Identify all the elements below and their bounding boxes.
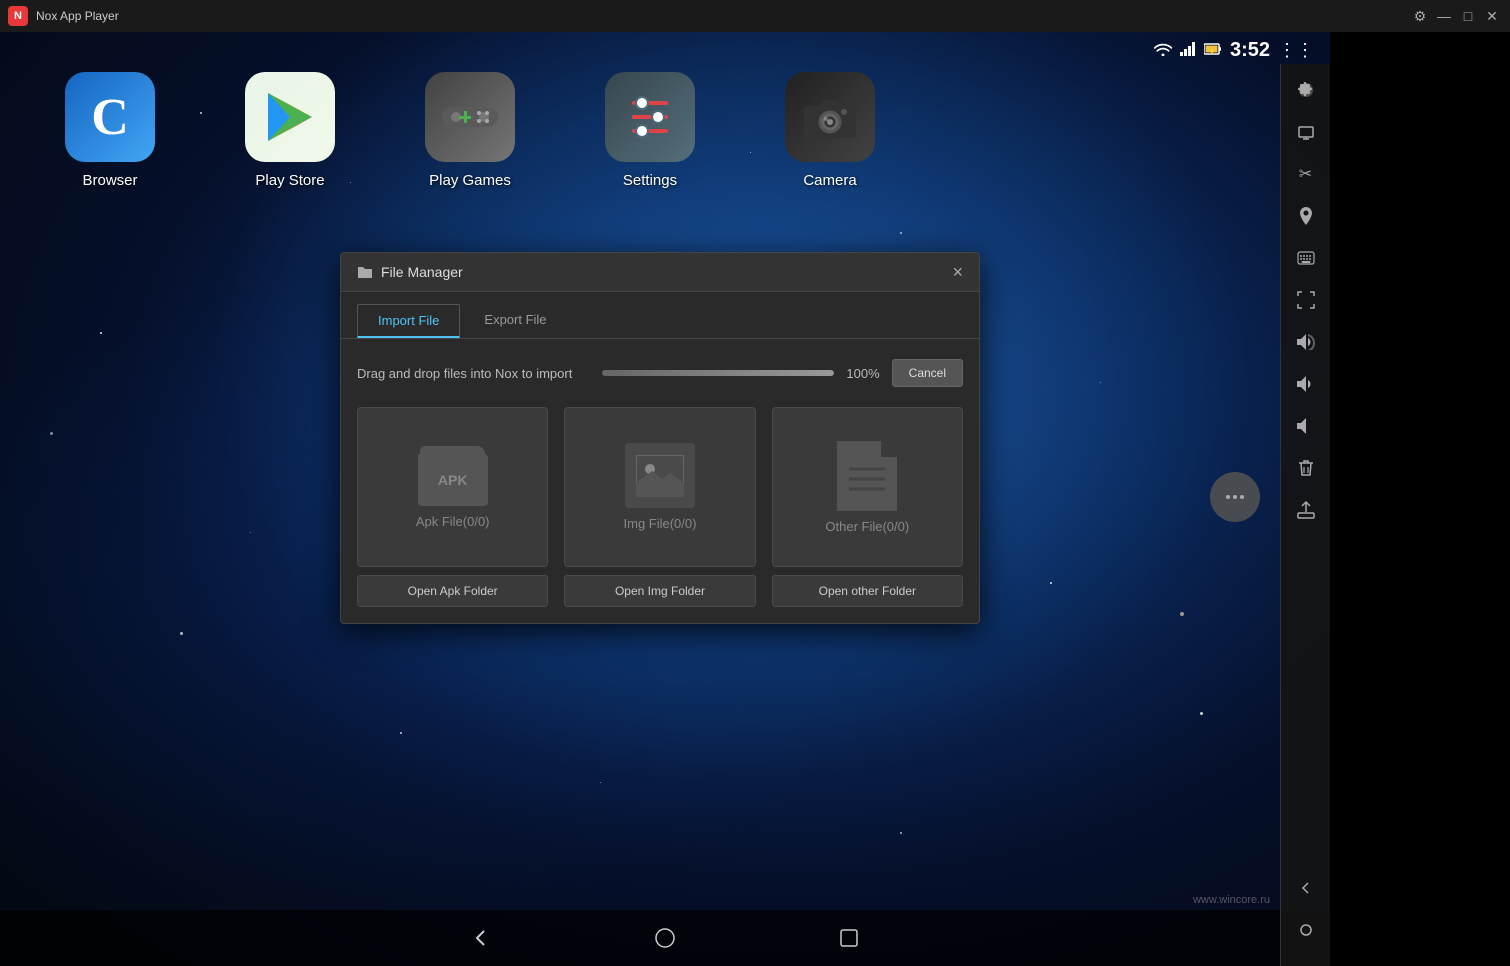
star bbox=[400, 732, 402, 734]
floating-action-button[interactable] bbox=[1210, 472, 1260, 522]
signal-icon bbox=[1180, 42, 1196, 59]
fm-tabs: Import File Export File bbox=[341, 292, 979, 339]
fm-cancel-button[interactable]: Cancel bbox=[892, 359, 963, 387]
fm-close-button[interactable]: × bbox=[952, 263, 963, 281]
fm-other-section: Other File(0/0) Open other Folder bbox=[772, 407, 963, 607]
right-sidebar: ✂ bbox=[1280, 64, 1330, 966]
star bbox=[1180, 612, 1184, 616]
nav-recents-button[interactable] bbox=[837, 926, 861, 950]
star bbox=[600, 782, 601, 783]
star bbox=[1200, 712, 1203, 715]
fm-img-section: Img File(0/0) Open Img Folder bbox=[564, 407, 755, 607]
nav-back-button[interactable] bbox=[469, 926, 493, 950]
fm-img-icon-box: Img File(0/0) bbox=[564, 407, 755, 567]
file-manager-dialog: File Manager × Import File Export File D… bbox=[340, 252, 980, 624]
folder-tab bbox=[420, 446, 485, 454]
playstore-label: Play Store bbox=[255, 172, 324, 189]
sidebar-tv-icon[interactable] bbox=[1288, 114, 1324, 150]
open-img-folder-button[interactable]: Open Img Folder bbox=[564, 575, 755, 607]
settings-icon bbox=[605, 72, 695, 162]
fm-progress-bar-container bbox=[602, 370, 835, 376]
tab-export-file[interactable]: Export File bbox=[464, 304, 566, 338]
status-time: 3:52 bbox=[1230, 39, 1270, 62]
other-file-count: Other File(0/0) bbox=[825, 519, 909, 534]
wifi-icon bbox=[1154, 42, 1172, 59]
fm-title: File Manager bbox=[357, 264, 463, 280]
sidebar-scissors-icon[interactable]: ✂ bbox=[1288, 156, 1324, 192]
open-other-folder-button[interactable]: Open other Folder bbox=[772, 575, 963, 607]
settings-button[interactable]: ⚙ bbox=[1410, 6, 1430, 26]
folder-body: APK bbox=[418, 454, 488, 506]
open-apk-folder-button[interactable]: Open Apk Folder bbox=[357, 575, 548, 607]
sidebar-trash-icon[interactable] bbox=[1288, 450, 1324, 486]
titlebar-left: N Nox App Player bbox=[8, 6, 119, 26]
maximize-button[interactable]: □ bbox=[1458, 6, 1478, 26]
apk-file-count: Apk File(0/0) bbox=[416, 514, 490, 529]
browser-icon: C bbox=[65, 72, 155, 162]
desktop-icon-settings[interactable]: Settings bbox=[600, 72, 700, 189]
fm-apk-section: APK Apk File(0/0) Open Apk Folder bbox=[357, 407, 548, 607]
playgames-icon bbox=[425, 72, 515, 162]
sidebar-home-nav-icon[interactable] bbox=[1288, 912, 1324, 948]
fm-progress-percent: 100% bbox=[846, 366, 879, 381]
titlebar-controls: ⚙ — □ ✕ bbox=[1410, 6, 1502, 26]
desktop-icon-playstore[interactable]: Play Store bbox=[240, 72, 340, 189]
playstore-icon bbox=[245, 72, 335, 162]
fm-drag-drop-text: Drag and drop files into Nox to import bbox=[357, 366, 590, 381]
fm-file-type-grid: APK Apk File(0/0) Open Apk Folder bbox=[341, 397, 979, 623]
sidebar-volume-up-icon[interactable] bbox=[1288, 324, 1324, 360]
camera-icon bbox=[785, 72, 875, 162]
sidebar-keyboard-icon[interactable] bbox=[1288, 240, 1324, 276]
fm-import-area: Drag and drop files into Nox to import 1… bbox=[341, 339, 979, 397]
sidebar-settings-icon[interactable] bbox=[1288, 72, 1324, 108]
minimize-button[interactable]: — bbox=[1434, 6, 1454, 26]
star bbox=[900, 832, 902, 834]
titlebar-title: Nox App Player bbox=[36, 9, 119, 23]
sidebar-volume-mute-icon[interactable] bbox=[1288, 408, 1324, 444]
sidebar-volume-down-icon[interactable] bbox=[1288, 366, 1324, 402]
settings-label: Settings bbox=[623, 172, 677, 189]
desktop-icon-browser[interactable]: C Browser bbox=[60, 72, 160, 189]
status-menu-button[interactable]: ⋮⋮ bbox=[1278, 40, 1314, 61]
camera-label: Camera bbox=[803, 172, 856, 189]
star bbox=[180, 632, 183, 635]
fm-other-icon-box: Other File(0/0) bbox=[772, 407, 963, 567]
img-icon-box bbox=[625, 443, 695, 508]
svg-text:⚡: ⚡ bbox=[1208, 46, 1217, 55]
sidebar-recents-nav-icon[interactable] bbox=[1288, 954, 1324, 966]
android-navbar bbox=[0, 910, 1330, 966]
desktop-icon-playgames[interactable]: Play Games bbox=[420, 72, 520, 189]
fm-apk-icon-box: APK Apk File(0/0) bbox=[357, 407, 548, 567]
fm-header: File Manager × bbox=[341, 253, 979, 292]
sidebar-fullscreen-icon[interactable] bbox=[1288, 282, 1324, 318]
tab-import-file[interactable]: Import File bbox=[357, 304, 460, 338]
sidebar-upload-icon[interactable] bbox=[1288, 492, 1324, 528]
titlebar: N Nox App Player ⚙ — □ ✕ bbox=[0, 0, 1510, 32]
star bbox=[900, 232, 902, 234]
android-screen: ⚡ 3:52 ⋮⋮ C Browser Play Store bbox=[0, 32, 1330, 966]
battery-icon: ⚡ bbox=[1204, 42, 1222, 59]
other-file-icon bbox=[837, 441, 897, 511]
titlebar-logo: N bbox=[8, 6, 28, 26]
close-button[interactable]: ✕ bbox=[1482, 6, 1502, 26]
browser-label: Browser bbox=[82, 172, 137, 189]
nav-home-button[interactable] bbox=[653, 926, 677, 950]
playgames-label: Play Games bbox=[429, 172, 511, 189]
star bbox=[250, 532, 251, 533]
star bbox=[1050, 582, 1052, 584]
sidebar-back-nav-icon[interactable] bbox=[1288, 870, 1324, 906]
desktop-icon-camera[interactable]: Camera bbox=[780, 72, 880, 189]
star bbox=[100, 332, 102, 334]
status-bar: ⚡ 3:52 ⋮⋮ bbox=[0, 32, 1330, 68]
img-file-count: Img File(0/0) bbox=[624, 516, 697, 531]
star bbox=[50, 432, 53, 435]
desktop-icons: C Browser Play Store bbox=[60, 72, 880, 189]
fm-progress-fill bbox=[602, 370, 835, 376]
watermark: www.wincore.ru bbox=[1193, 894, 1270, 906]
star bbox=[1100, 382, 1101, 383]
sidebar-location-icon[interactable] bbox=[1288, 198, 1324, 234]
